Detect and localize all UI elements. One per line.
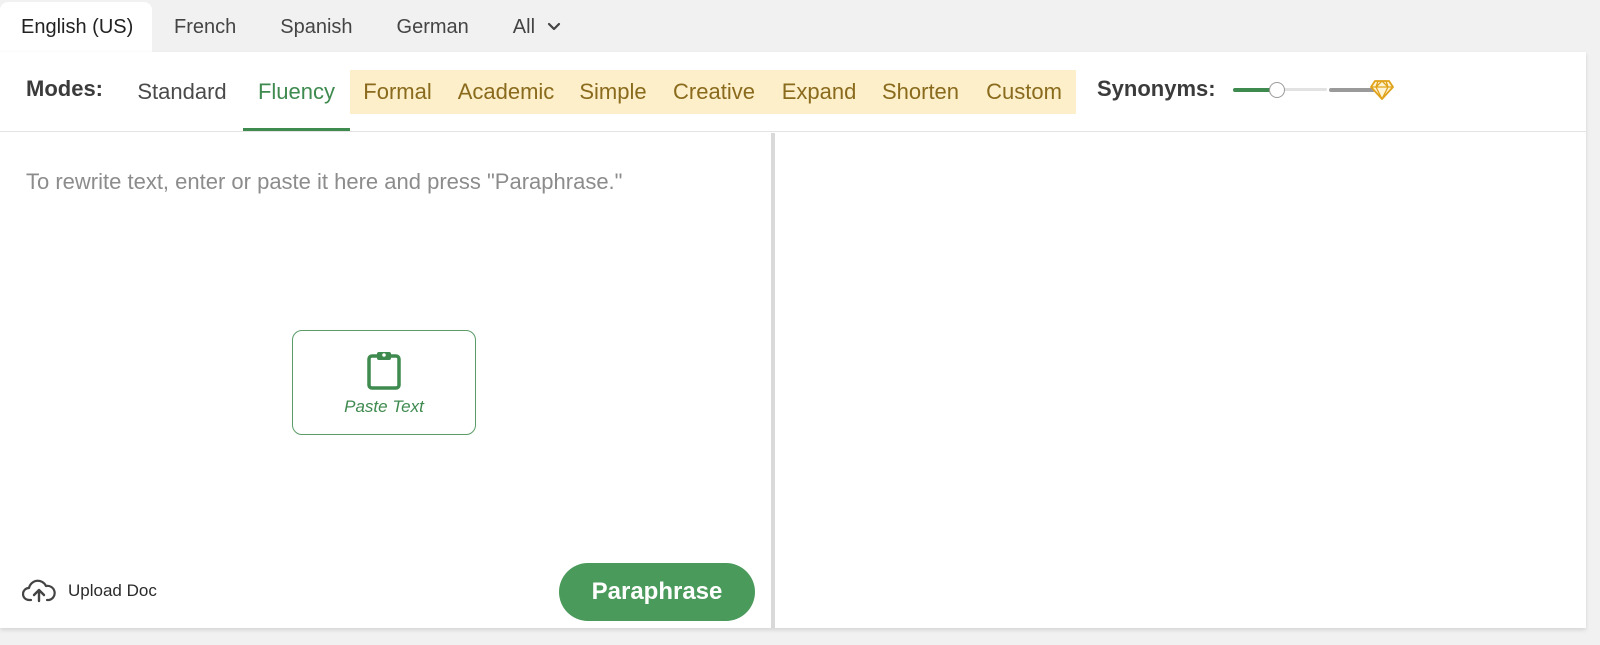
tab-english-us[interactable]: English (US) [0,2,152,52]
paraphraser-card: Modes: Standard Fluency Formal Academic … [0,52,1586,628]
language-tabs: English (US) French Spanish German All [0,0,1586,52]
chevron-down-icon [547,22,561,32]
upload-doc-label: Upload Doc [68,581,157,600]
tab-all-languages[interactable]: All [491,2,583,52]
mode-label: Fluency [257,79,336,104]
tab-german[interactable]: German [375,2,491,52]
paste-text-label: Paste Text [344,396,424,416]
output-pane [775,133,1586,628]
modes-bar: Modes: Standard Fluency Formal Academic … [0,52,1586,132]
tab-label: German [396,15,469,38]
tab-spanish[interactable]: Spanish [258,2,374,52]
tab-label: Spanish [280,15,353,38]
mode-standard[interactable]: Standard [126,70,238,114]
mode-simple[interactable]: Simple [567,70,659,114]
selected-mode-underline [243,128,350,131]
input-pane[interactable]: To rewrite text, enter or paste it here … [0,133,771,628]
paraphrase-button[interactable]: Paraphrase [559,563,755,621]
paste-text-button[interactable]: Paste Text [292,330,476,435]
slider-thumb[interactable] [1269,82,1285,98]
tab-label: All [512,15,536,38]
clipboard-icon [365,349,403,391]
cloud-upload-icon [21,578,56,604]
mode-label: Formal [363,79,432,104]
mode-formal[interactable]: Formal [350,70,445,114]
input-placeholder[interactable]: To rewrite text, enter or paste it here … [26,169,622,195]
mode-label: Shorten [881,79,960,104]
tab-french[interactable]: French [152,2,258,52]
mode-shorten[interactable]: Shorten [869,70,972,114]
mode-label: Creative [673,79,755,104]
mode-custom[interactable]: Custom [972,70,1076,114]
modes-label: Modes: [26,76,103,101]
mode-label: Expand [781,79,857,104]
synonyms-label: Synonyms: [1097,76,1216,101]
upload-doc-button[interactable]: Upload Doc [21,578,157,604]
mode-label: Standard [137,79,227,104]
mode-label: Academic [457,79,555,104]
mode-fluency[interactable]: Fluency [243,70,350,114]
diamond-icon [1370,79,1394,101]
mode-label: Custom [986,79,1062,104]
tab-label: English (US) [21,15,134,38]
mode-label: Simple [579,79,647,104]
slider-locked-track [1329,88,1375,92]
mode-creative[interactable]: Creative [659,70,769,114]
tab-label: French [174,15,237,38]
synonyms-slider[interactable] [1233,78,1394,102]
mode-academic[interactable]: Academic [445,70,567,114]
mode-expand[interactable]: Expand [769,70,869,114]
